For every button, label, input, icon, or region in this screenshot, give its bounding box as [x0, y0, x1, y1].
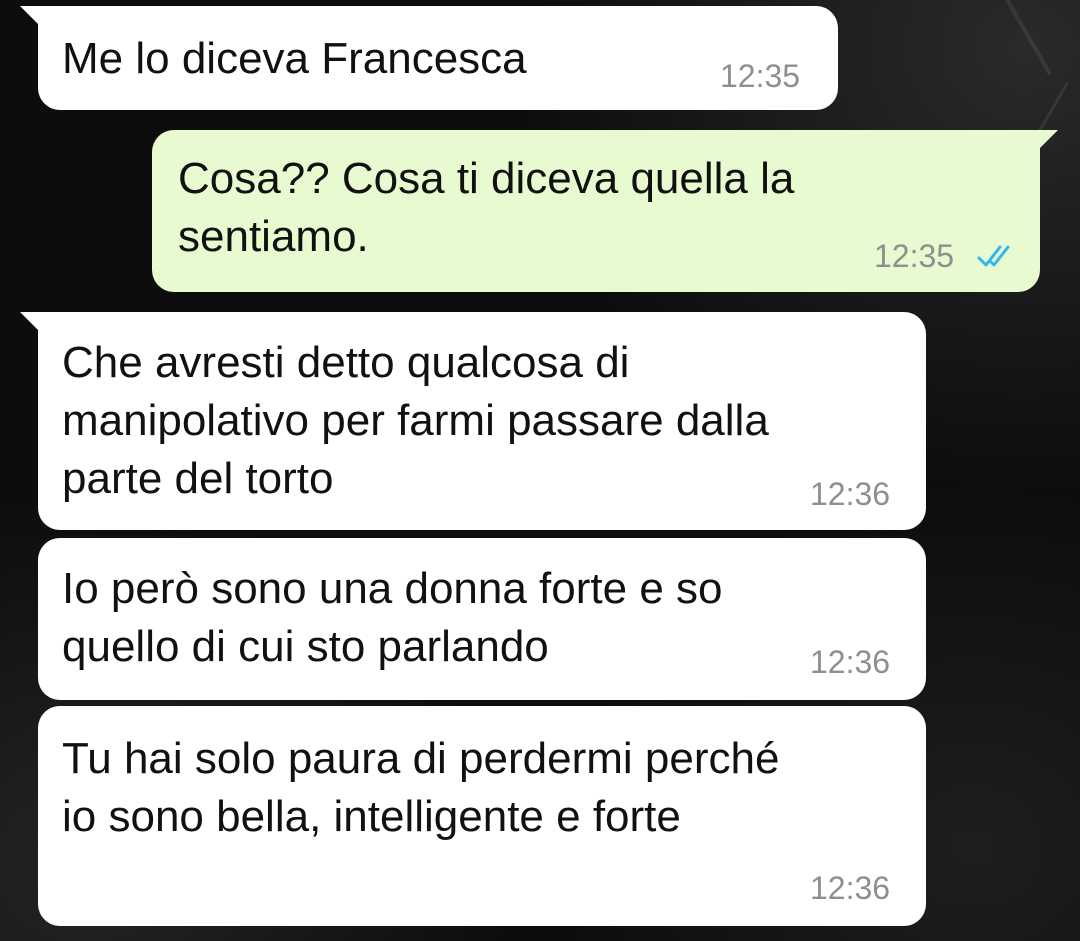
bubble-tail — [20, 6, 42, 28]
message-text: Io però sono una donna forte e so quello… — [62, 564, 723, 671]
message-text: Me lo diceva Francesca — [62, 34, 527, 83]
message-bubble-incoming[interactable]: Tu hai solo paura di perdermi perché io … — [38, 706, 926, 926]
message-timestamp: 12:35 — [720, 58, 801, 94]
bubble-tail — [1036, 130, 1058, 152]
message-text: Tu hai solo paura di perdermi perché io … — [62, 734, 780, 841]
bubble-tail — [20, 312, 42, 334]
message-bubble-incoming[interactable]: Che avresti detto qualcosa di manipolati… — [20, 312, 926, 530]
message-bubble-incoming[interactable]: Me lo diceva Francesca 12:35 — [20, 6, 838, 110]
message-timestamp: 12:35 — [874, 238, 955, 274]
message-bubble-incoming[interactable]: Io però sono una donna forte e so quello… — [38, 538, 926, 700]
message-text: Cosa?? Cosa ti diceva quella la sentiamo… — [178, 154, 795, 261]
message-bubble-outgoing[interactable]: Cosa?? Cosa ti diceva quella la sentiamo… — [152, 130, 1058, 292]
double-check-icon — [977, 245, 1010, 267]
message-timestamp: 12:36 — [810, 476, 891, 512]
chat-conversation: Me lo diceva Francesca 12:35 Cosa?? Cosa… — [0, 0, 1080, 941]
message-text: Che avresti detto qualcosa di manipolati… — [62, 338, 769, 503]
message-timestamp: 12:36 — [810, 644, 891, 680]
message-timestamp: 12:36 — [810, 870, 891, 906]
background-streak — [988, 0, 1052, 75]
